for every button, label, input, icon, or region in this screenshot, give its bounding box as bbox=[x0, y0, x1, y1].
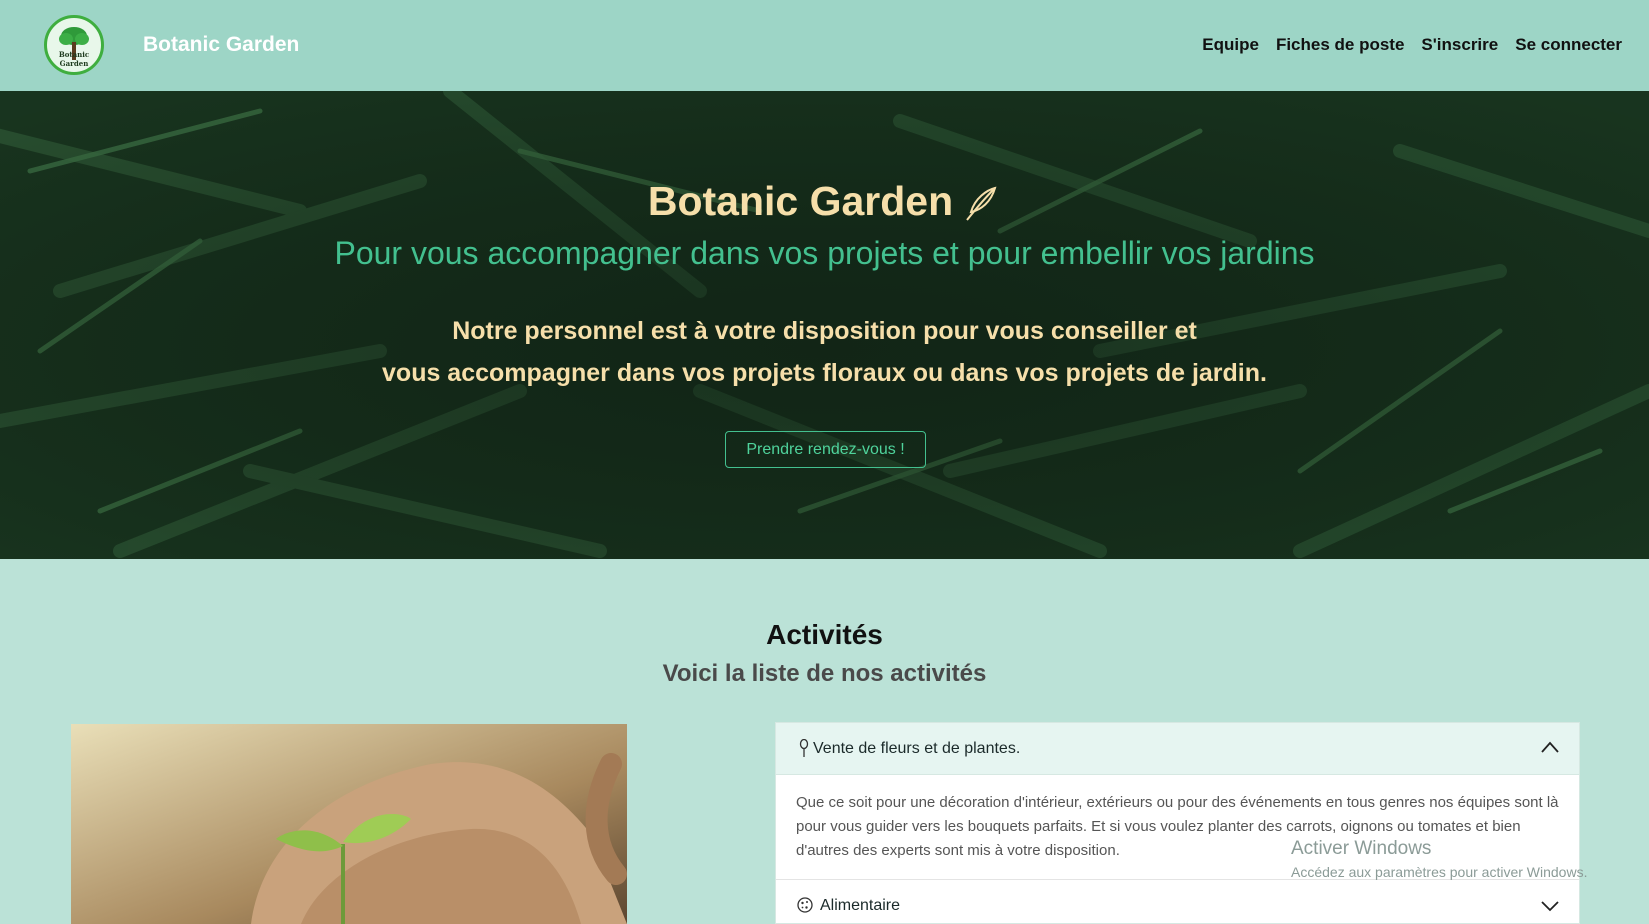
logo[interactable]: Botanic Garden bbox=[44, 15, 104, 75]
hero-description: Notre personnel est à votre disposition … bbox=[0, 310, 1649, 394]
chevron-up-icon bbox=[1541, 741, 1559, 753]
hero-title: Botanic Garden bbox=[0, 178, 1649, 225]
activities-accordion: Vente de fleurs et de plantes. Que ce so… bbox=[775, 722, 1580, 924]
hero-description-line1: Notre personnel est à votre disposition … bbox=[452, 317, 1197, 345]
flower-icon bbox=[799, 739, 809, 757]
logo-text: Botanic Garden bbox=[58, 50, 90, 68]
nav-link-se-connecter[interactable]: Se connecter bbox=[1515, 35, 1622, 55]
hero-banner: Botanic Garden Pour vous accompagner dan… bbox=[0, 91, 1649, 559]
brand-name[interactable]: Botanic Garden bbox=[143, 33, 299, 57]
accordion-header-vente[interactable]: Vente de fleurs et de plantes. bbox=[776, 723, 1579, 775]
accordion-label-alimentaire: Alimentaire bbox=[820, 897, 901, 914]
feather-icon bbox=[966, 186, 997, 221]
accordion-label-vente: Vente de fleurs et de plantes. bbox=[813, 740, 1021, 757]
nav-links: Equipe Fiches de poste S'inscrire Se con… bbox=[1202, 35, 1622, 55]
nav-link-fiches-de-poste[interactable]: Fiches de poste bbox=[1276, 35, 1404, 55]
hero-content: Botanic Garden Pour vous accompagner dan… bbox=[0, 91, 1649, 559]
accordion-header-alimentaire[interactable]: Alimentaire bbox=[776, 880, 1579, 923]
activities-title: Activités bbox=[766, 619, 883, 650]
hero-description-line2: vous accompagner dans vos projets florau… bbox=[382, 359, 1267, 387]
watermark-subtitle: Accédez aux paramètres pour activer Wind… bbox=[1291, 864, 1588, 880]
windows-activation-watermark: Activer Windows Accédez aux paramètres p… bbox=[1291, 838, 1587, 880]
chevron-down-icon bbox=[1541, 901, 1559, 912]
seedling-hands-image bbox=[71, 724, 627, 924]
navbar: Botanic Garden Botanic Garden Equipe Fic… bbox=[0, 0, 1649, 91]
nav-link-equipe[interactable]: Equipe bbox=[1202, 35, 1259, 55]
hero-subtitle: Pour vous accompagner dans vos projets e… bbox=[334, 235, 1315, 271]
activities-subtitle: Voici la liste de nos activités bbox=[662, 660, 987, 687]
nav-link-sinscrire[interactable]: S'inscrire bbox=[1421, 35, 1498, 55]
cookie-icon bbox=[797, 897, 813, 913]
appointment-button[interactable]: Prendre rendez-vous ! bbox=[725, 431, 926, 468]
watermark-title: Activer Windows bbox=[1291, 838, 1432, 859]
